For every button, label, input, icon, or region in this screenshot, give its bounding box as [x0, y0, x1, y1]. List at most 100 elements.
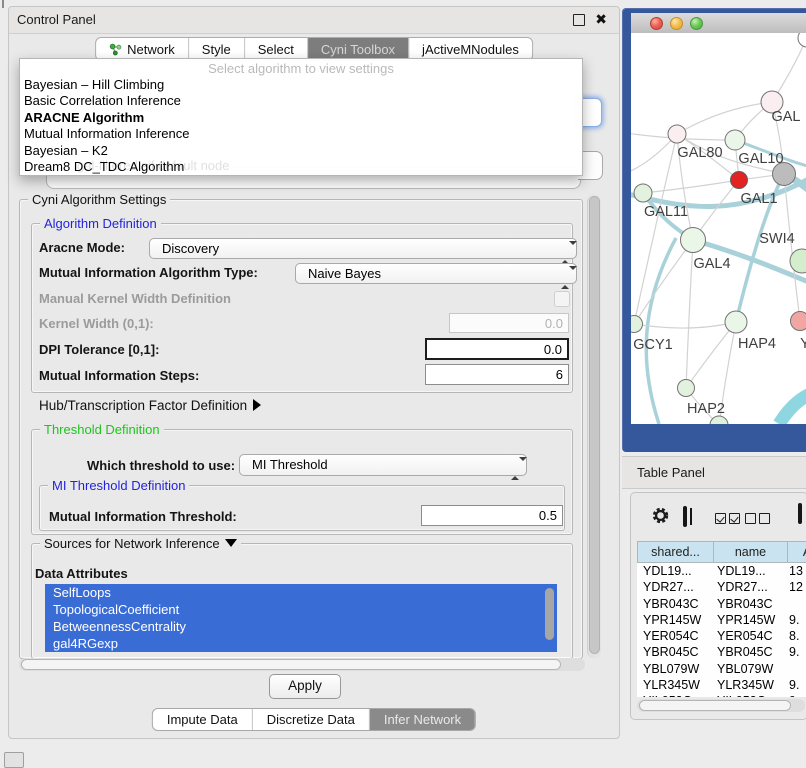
- float-window-icon[interactable]: [573, 14, 585, 26]
- table-cell: YPR145W: [637, 612, 715, 628]
- algorithm-option[interactable]: Basic Correlation Inference: [20, 93, 582, 109]
- hub-definition-expander[interactable]: Hub/Transcription Factor Definition: [39, 398, 261, 413]
- checked-checkboxes-icon[interactable]: [715, 511, 740, 529]
- algorithm-option[interactable]: Mutual Information Inference: [20, 126, 582, 142]
- table-cell: YER054C: [637, 628, 715, 644]
- table-header: shared... name A: [637, 541, 806, 563]
- list-scrollbar-thumb[interactable]: [545, 588, 554, 640]
- table-row[interactable]: YER054CYER054C8.: [637, 628, 806, 644]
- zoom-traffic-light[interactable]: [690, 17, 703, 30]
- screen: Control Panel ✖ Network Style Select Cyn…: [0, 0, 806, 762]
- close-icon[interactable]: ✖: [595, 11, 607, 27]
- sources-expander[interactable]: Sources for Network Inference: [40, 536, 241, 551]
- tab-label: Cyni Toolbox: [321, 42, 395, 57]
- aracne-mode-combo[interactable]: Discovery: [149, 238, 577, 259]
- close-traffic-light[interactable]: [650, 17, 663, 30]
- node-bottom[interactable]: [710, 416, 728, 424]
- which-threshold-combo[interactable]: MI Threshold: [239, 454, 527, 476]
- combo-value: Discovery: [162, 241, 219, 256]
- document-icon[interactable]: [798, 505, 802, 523]
- data-attribute-item[interactable]: TopologicalCoefficient: [45, 601, 557, 618]
- table-cell: 12: [789, 579, 806, 595]
- network-icon: [109, 43, 122, 56]
- node-gal11[interactable]: [634, 184, 652, 202]
- group-title: Algorithm Definition: [40, 216, 161, 231]
- minimized-panel-icon[interactable]: [4, 752, 24, 768]
- node-gal80[interactable]: [668, 125, 686, 143]
- columns-icon[interactable]: [683, 508, 687, 526]
- tab-style[interactable]: Style: [189, 38, 245, 60]
- unchecked-checkboxes-icon[interactable]: [745, 511, 770, 529]
- table-row[interactable]: YDR27...YDR27...12: [637, 579, 806, 595]
- kernel-width-label: Kernel Width (0,1):: [39, 316, 154, 331]
- algorithm-option[interactable]: ARACNE Algorithm: [20, 110, 582, 126]
- table-cell: YLR345W: [715, 677, 789, 693]
- apply-button[interactable]: Apply: [269, 674, 341, 699]
- network-canvas[interactable]: GAL GAL80 GAL10 GAL1 GAL11 SWI4 GAL4 GCY…: [631, 33, 806, 424]
- node-hap2[interactable]: [678, 380, 695, 397]
- node-hap4[interactable]: [725, 311, 747, 333]
- table-row[interactable]: YBL079WYBL079W: [637, 661, 806, 677]
- table-row[interactable]: YDL19...YDL19...13: [637, 563, 806, 579]
- mi-threshold-label: Mutual Information Threshold:: [49, 509, 237, 524]
- table-row[interactable]: YPR145WYPR145W9.: [637, 612, 806, 628]
- table-row[interactable]: YIL052CYIL052C9.: [637, 693, 806, 697]
- minimize-traffic-light[interactable]: [670, 17, 683, 30]
- combo-arrows-icon: [561, 268, 569, 280]
- node-gcy1[interactable]: [631, 316, 643, 333]
- data-attribute-item[interactable]: SelfLoops: [45, 584, 557, 601]
- tab-select[interactable]: Select: [245, 38, 308, 60]
- node-gal4[interactable]: [681, 228, 706, 253]
- node-label: SWI4: [759, 231, 794, 247]
- data-attribute-item[interactable]: gal4RGexp: [45, 635, 557, 652]
- settings-vertical-scrollbar[interactable]: [587, 195, 601, 658]
- node-label: GAL1: [740, 191, 777, 207]
- tab-label: Style: [202, 42, 231, 57]
- algorithm-option[interactable]: Bayesian – Hill Climbing: [20, 77, 582, 93]
- combo-value: Naive Bayes: [308, 266, 381, 281]
- node-top-right[interactable]: [798, 33, 806, 47]
- column-header[interactable]: shared...: [637, 541, 713, 563]
- group-title: Cyni Algorithm Settings: [28, 192, 170, 207]
- tab-network[interactable]: Network: [96, 38, 189, 60]
- kernel-width-field[interactable]: 0.0: [449, 313, 569, 333]
- tab-impute-data[interactable]: Impute Data: [153, 709, 253, 730]
- expand-arrow-icon: [253, 399, 261, 411]
- node-label: Y: [800, 336, 806, 352]
- table-cell: YBL079W: [715, 661, 789, 677]
- algorithm-option[interactable]: Bayesian – K2: [20, 143, 582, 159]
- tab-infer-network[interactable]: Infer Network: [370, 709, 475, 730]
- data-attributes-list[interactable]: SelfLoopsTopologicalCoefficientBetweenne…: [45, 584, 557, 654]
- tab-discretize-data[interactable]: Discretize Data: [253, 709, 370, 730]
- table-row[interactable]: YLR345WYLR345W9.: [637, 677, 806, 693]
- network-window-titlebar[interactable]: [631, 13, 806, 34]
- data-attribute-item[interactable]: BetweennessCentrality: [45, 618, 557, 635]
- column-header[interactable]: A: [787, 541, 806, 563]
- node-y-salmon[interactable]: [791, 312, 806, 331]
- column-header[interactable]: name: [713, 541, 787, 563]
- algorithm-option[interactable]: Dream8 DC_TDC Algorithm: [20, 159, 582, 175]
- node-label: GAL4: [693, 256, 730, 272]
- settings-horizontal-scrollbar[interactable]: [19, 658, 585, 671]
- table-horizontal-scrollbar[interactable]: [637, 699, 805, 712]
- table-cell: [789, 661, 806, 677]
- tab-cyni-toolbox[interactable]: Cyni Toolbox: [308, 38, 409, 60]
- mi-algorithm-type-combo[interactable]: Naive Bayes: [295, 263, 577, 284]
- tab-jactivemnodules[interactable]: jActiveMNodules: [409, 38, 532, 60]
- cyni-bottom-tabbar: Impute Data Discretize Data Infer Networ…: [152, 708, 476, 731]
- table-row[interactable]: YBR045CYBR045C9.: [637, 644, 806, 660]
- table-cell: 9.: [789, 612, 806, 628]
- node-gal1-red[interactable]: [731, 172, 748, 189]
- manual-kernel-width-checkbox[interactable]: [554, 291, 570, 307]
- dpi-tolerance-field[interactable]: 0.0: [425, 338, 569, 360]
- gear-icon[interactable]: [651, 506, 670, 530]
- node-gal10[interactable]: [725, 130, 745, 150]
- table-cell: 13: [789, 563, 806, 579]
- mi-steps-field[interactable]: 6: [425, 364, 569, 385]
- table-cell: 9.: [789, 693, 806, 697]
- tab-label: Network: [127, 42, 175, 57]
- table-row[interactable]: YBR043CYBR043C: [637, 596, 806, 612]
- combo-value: MI Threshold: [252, 457, 328, 472]
- mi-threshold-field[interactable]: 0.5: [421, 505, 563, 526]
- node-label: HAP2: [687, 401, 725, 417]
